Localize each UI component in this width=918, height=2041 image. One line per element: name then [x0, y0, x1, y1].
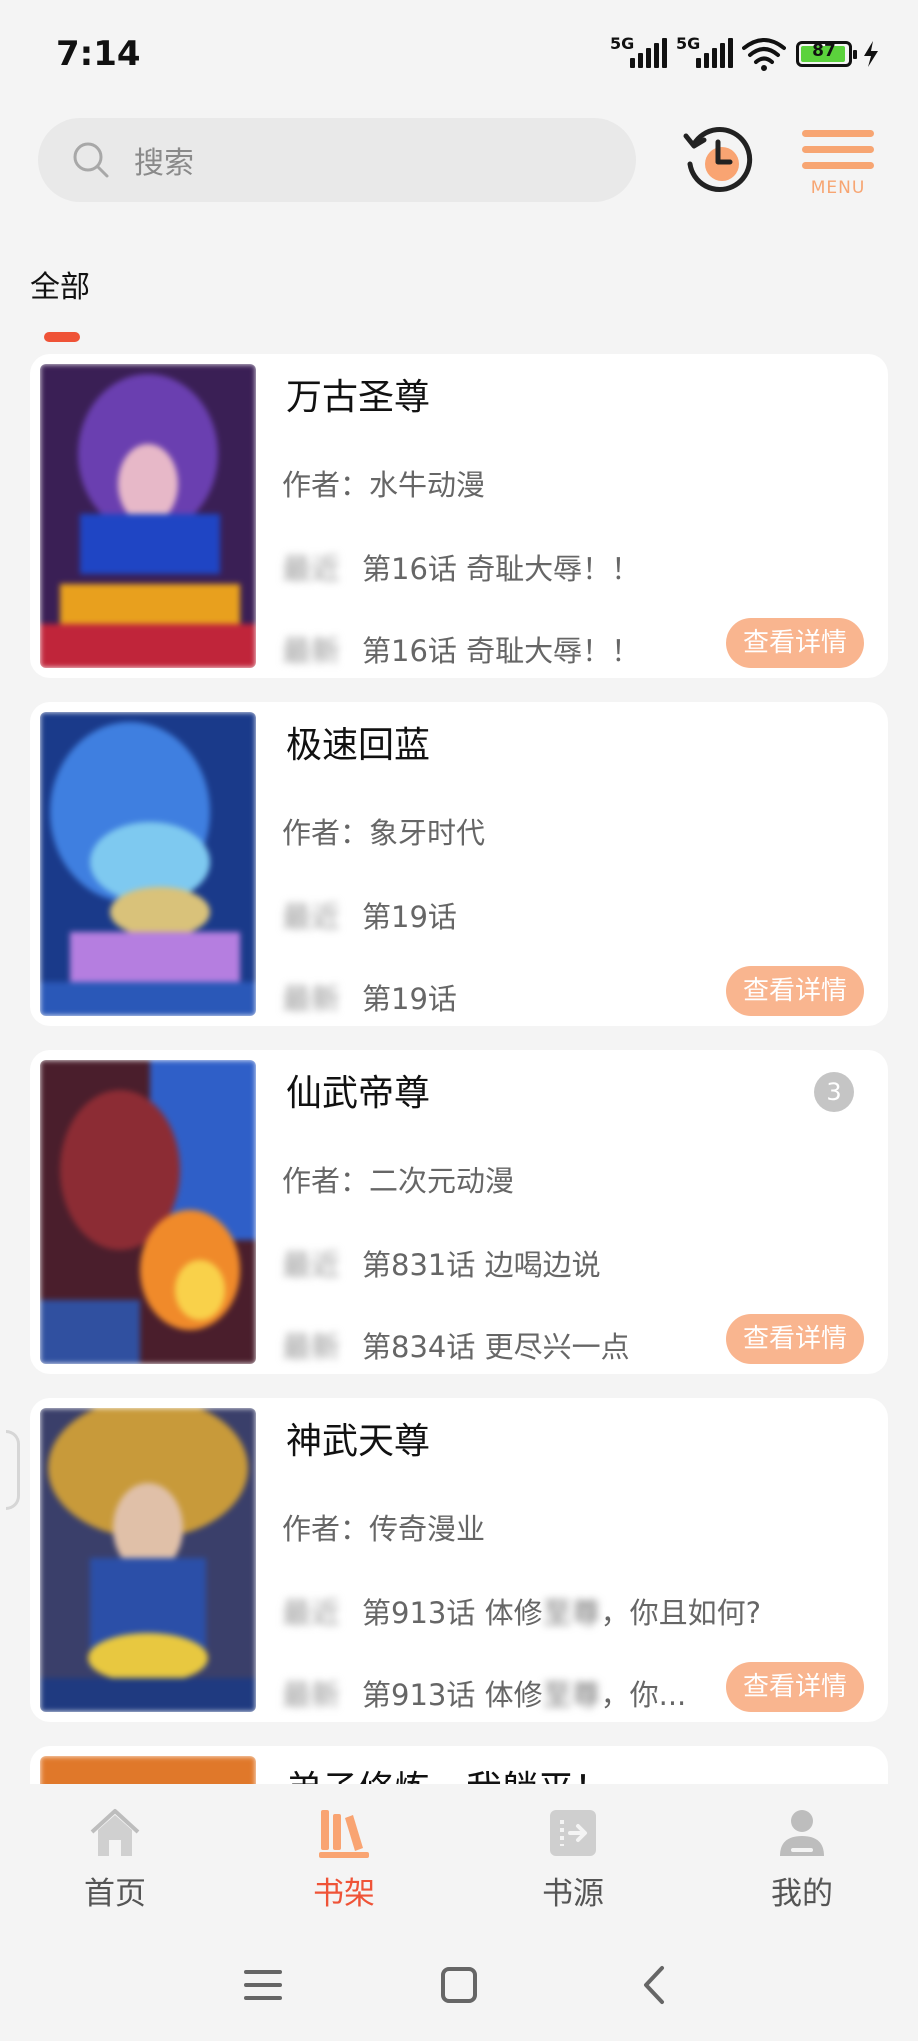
system-nav-bar — [0, 1930, 918, 2041]
nav-label: 书架 — [313, 1876, 375, 1912]
signal-label: 5G — [676, 34, 701, 53]
nav-profile[interactable]: 我的 — [702, 1784, 902, 1930]
edge-swipe-handle[interactable] — [6, 1430, 20, 1510]
book-cover[interactable] — [40, 1756, 256, 1784]
signal-label: 5G — [610, 34, 635, 53]
book-title: 弟子修炼，我躺平！ — [286, 1760, 610, 1784]
book-title: 神武天尊 — [286, 1421, 431, 1462]
back-icon[interactable] — [630, 1960, 680, 2010]
book-cover[interactable] — [40, 712, 256, 1016]
last-read-label: 最近 — [282, 1248, 341, 1282]
nav-home[interactable]: 首页 — [15, 1784, 215, 1930]
book-title: 极速回蓝 — [286, 725, 431, 766]
book-source-icon — [550, 1810, 596, 1856]
latest-row: 最新 第913话 体修至尊，你... — [282, 1672, 686, 1714]
last-read-row: 最近 第831话 边喝边说 — [282, 1242, 601, 1284]
book-card[interactable]: 极速回蓝 作者：象牙时代 最近 第19话 最新 第19话 查看详情 — [30, 702, 888, 1026]
latest-label: 最新 — [282, 634, 341, 668]
nav-bookshelf[interactable]: 书架 — [244, 1784, 444, 1930]
home-icon — [90, 1809, 140, 1856]
latest-label: 最新 — [282, 1678, 341, 1712]
wifi-icon — [742, 38, 786, 71]
menu-button[interactable]: MENU — [800, 126, 876, 202]
book-title: 万古圣尊 — [286, 377, 431, 418]
battery-level: 87 — [812, 41, 836, 61]
search-placeholder: 搜索 — [134, 146, 194, 181]
latest-chapter: 第19话 — [362, 982, 457, 1016]
bookshelf-icon — [319, 1810, 369, 1858]
view-details-button[interactable]: 查看详情 — [726, 966, 864, 1016]
last-read-row: 最近 第16话 奇耻大辱！！ — [282, 546, 640, 588]
last-read-label: 最近 — [282, 1596, 341, 1630]
status-time: 7:14 — [56, 34, 141, 74]
book-cover[interactable] — [40, 364, 256, 668]
book-author: 作者：传奇漫业 — [282, 1512, 486, 1546]
bolt-icon — [864, 41, 878, 67]
view-details-button[interactable]: 查看详情 — [726, 1314, 864, 1364]
search-input[interactable]: 搜索 — [38, 118, 636, 202]
signal-icon: 5G — [610, 34, 667, 72]
latest-chapter: 第16话 奇耻大辱！！ — [362, 634, 641, 668]
signal-icon: 5G — [676, 34, 733, 72]
recent-apps-icon[interactable] — [238, 1960, 288, 2010]
last-read-chapter: 第19话 — [362, 900, 457, 934]
book-cover[interactable] — [40, 1408, 256, 1712]
menu-label: MENU — [810, 178, 866, 198]
battery-icon: 87 — [796, 41, 857, 67]
view-details-button[interactable]: 查看详情 — [726, 618, 864, 668]
book-card[interactable]: 仙武帝尊 3 作者：二次元动漫 最近 第831话 边喝边说 最新 第834话 更尽兴… — [30, 1050, 888, 1374]
tab-indicator — [44, 332, 80, 342]
last-read-row: 最近 第913话 体修至尊，你且如何? — [282, 1590, 761, 1632]
book-card[interactable]: 万古圣尊 作者：水牛动漫 最近 第16话 奇耻大辱！！ 最新 第16话 奇耻大辱！！… — [30, 354, 888, 678]
book-author: 作者：象牙时代 — [282, 816, 486, 850]
status-icons: 5G 5G 87 — [610, 34, 880, 74]
last-read-label: 最近 — [282, 552, 341, 586]
latest-label: 最新 — [282, 1330, 341, 1364]
history-icon[interactable] — [678, 120, 758, 200]
bottom-nav: 首页 书架 书源 我的 — [0, 1784, 918, 1930]
book-author: 作者：二次元动漫 — [282, 1164, 515, 1198]
nav-label: 书源 — [542, 1876, 604, 1912]
nav-label: 我的 — [771, 1876, 833, 1912]
latest-chapter: 第834话 更尽兴一点 — [362, 1330, 630, 1364]
last-read-label: 最近 — [282, 900, 341, 934]
search-icon — [73, 142, 109, 178]
book-list[interactable]: 万古圣尊 作者：水牛动漫 最近 第16话 奇耻大辱！！ 最新 第16话 奇耻大辱！！… — [30, 354, 888, 1784]
last-read-chapter: 第16话 奇耻大辱！！ — [362, 552, 641, 586]
book-title: 仙武帝尊 — [286, 1073, 431, 1114]
nav-book-source[interactable]: 书源 — [473, 1784, 673, 1930]
latest-label: 最新 — [282, 982, 341, 1016]
bookshelf-page: 7:14 5G 5G 87 搜索 MENU 全部 万古圣尊 作者：水牛动漫 最近… — [0, 0, 918, 2041]
book-author: 作者：水牛动漫 — [282, 468, 486, 502]
last-read-chapter: 第831话 边喝边说 — [362, 1248, 601, 1282]
latest-row: 最新 第834话 更尽兴一点 — [282, 1324, 630, 1366]
book-card[interactable]: 神武天尊 作者：传奇漫业 最近 第913话 体修至尊，你且如何? 最新 第913话 … — [30, 1398, 888, 1722]
home-button-icon[interactable] — [434, 1960, 484, 2010]
last-read-row: 最近 第19话 — [282, 894, 457, 936]
book-cover[interactable] — [40, 1060, 256, 1364]
nav-label: 首页 — [84, 1876, 146, 1912]
latest-row: 最新 第16话 奇耻大辱！！ — [282, 628, 640, 670]
last-read-chapter: 第913话 体修至尊，你且如何? — [362, 1596, 762, 1630]
latest-chapter: 第913话 体修至尊，你... — [362, 1678, 687, 1712]
tab-all[interactable]: 全部 — [30, 262, 90, 306]
book-card[interactable]: 弟子修炼，我躺平！ — [30, 1746, 888, 1784]
update-count-badge: 3 — [814, 1072, 854, 1112]
latest-row: 最新 第19话 — [282, 976, 457, 1018]
view-details-button[interactable]: 查看详情 — [726, 1662, 864, 1712]
status-bar: 7:14 5G 5G 87 — [0, 0, 918, 110]
profile-icon — [780, 1810, 824, 1856]
